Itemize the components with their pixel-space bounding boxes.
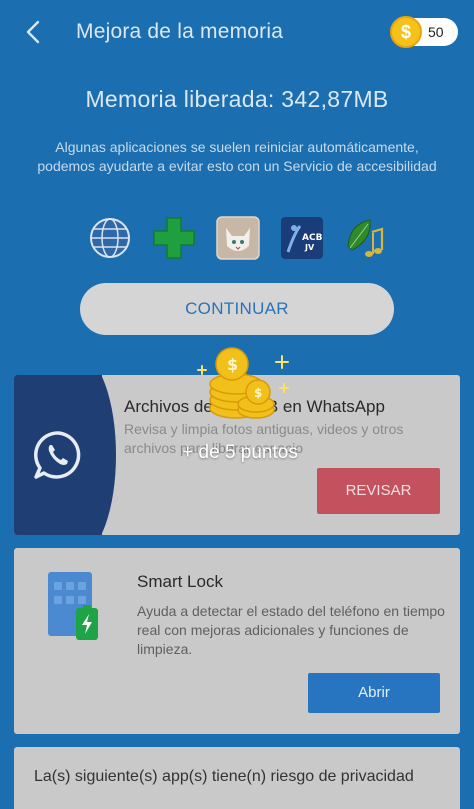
- smart-lock-phone-icon: [46, 570, 106, 646]
- chevron-left-icon: [26, 20, 40, 44]
- accessibility-description: Algunas aplicaciones se suelen reiniciar…: [37, 139, 437, 174]
- back-button[interactable]: [22, 18, 46, 46]
- privacy-risk-title: La(s) siguiente(s) app(s) tiene(n) riesg…: [34, 768, 414, 785]
- smart-lock-description: Ayuda a detectar el estado del teléfono …: [137, 603, 445, 657]
- reward-overlay: $ $ + de 5 puntos: [160, 340, 320, 470]
- whatsapp-icon: [30, 427, 86, 483]
- svg-text:ACB: ACB: [302, 233, 323, 243]
- music-leaf-app-icon: [344, 216, 388, 260]
- svg-text:$: $: [227, 355, 238, 374]
- cat-app-icon: [216, 216, 260, 260]
- coin-balance[interactable]: $ 50: [390, 16, 458, 48]
- open-button[interactable]: Abrir: [308, 673, 440, 713]
- top-app-bar: Mejora de la memoria $ 50: [0, 0, 474, 64]
- continue-button[interactable]: CONTINUAR: [80, 283, 394, 335]
- reward-points-label: + de 5 puntos: [182, 442, 298, 463]
- smart-lock-title: Smart Lock: [137, 572, 223, 591]
- smart-lock-card[interactable]: Smart Lock Ayuda a detectar el estado de…: [14, 548, 460, 734]
- freed-memory-label: Memoria liberada: 342,87MB: [85, 86, 389, 112]
- privacy-risk-card[interactable]: La(s) siguiente(s) app(s) tiene(n) riesg…: [14, 747, 460, 809]
- svg-text:$: $: [254, 386, 262, 400]
- page-title: Mejora de la memoria: [76, 20, 284, 43]
- review-button[interactable]: REVISAR: [317, 468, 440, 514]
- coin-stack-icon: $ $: [196, 344, 292, 428]
- coin-count: 50: [428, 24, 444, 40]
- svg-text:JV: JV: [304, 243, 315, 252]
- app-icons-row: ACB JV: [88, 216, 388, 262]
- acb-jv-app-icon: ACB JV: [280, 216, 324, 260]
- coin-icon: $: [390, 16, 422, 48]
- green-cross-app-icon: [152, 216, 196, 260]
- globe-app-icon: [88, 216, 132, 260]
